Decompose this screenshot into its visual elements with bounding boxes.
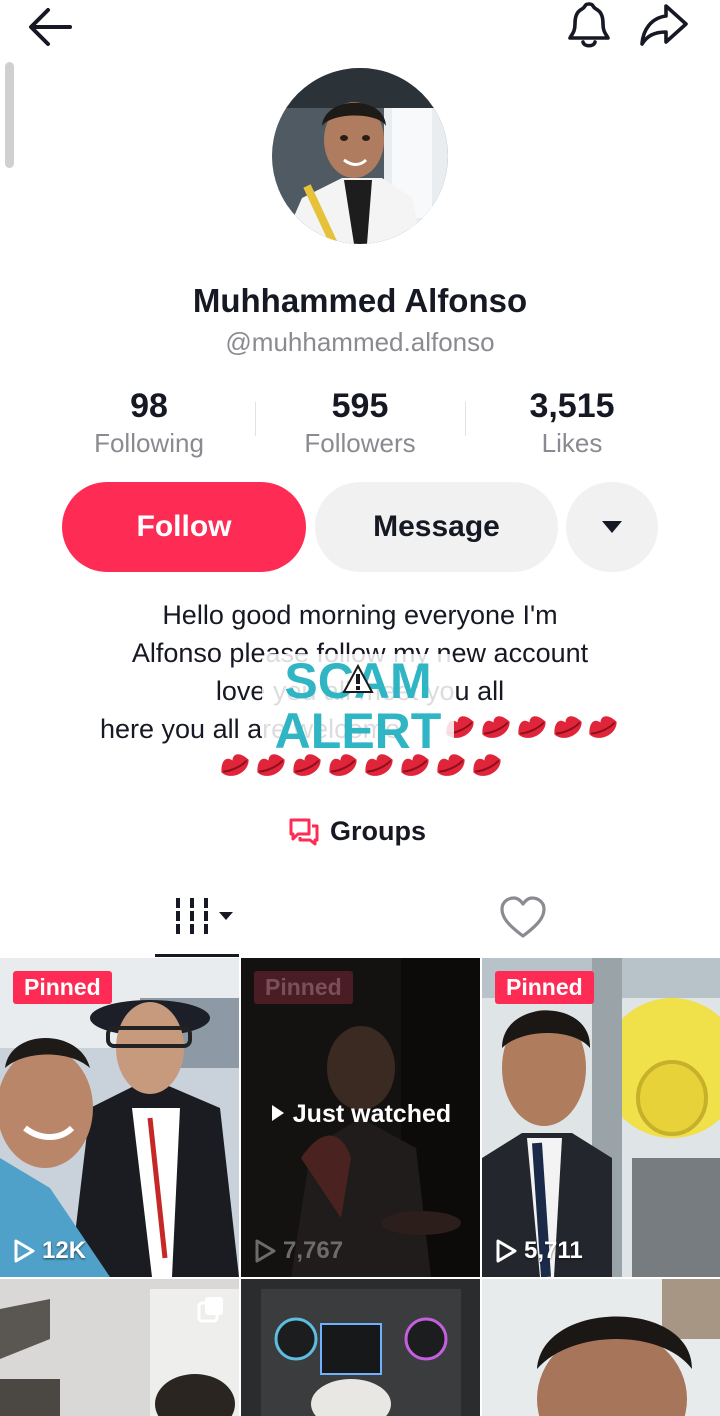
- stat-divider: [465, 402, 466, 436]
- video-thumbnail[interactable]: [0, 1279, 239, 1416]
- chat-bubbles-icon: [289, 818, 319, 846]
- likes-label: Likes: [541, 428, 603, 458]
- followers-count: 595: [331, 387, 389, 425]
- pinned-badge: Pinned: [13, 971, 112, 1004]
- stat-followers[interactable]: 595 Followers: [260, 386, 460, 459]
- video-thumbnail[interactable]: [241, 1279, 480, 1416]
- share-arrow-icon: [640, 4, 688, 46]
- groups-label: Groups: [330, 815, 427, 846]
- tab-liked[interactable]: [497, 894, 549, 940]
- video-thumbnail[interactable]: Pinned Just watched 7,767: [241, 958, 480, 1277]
- video-thumbnail[interactable]: Pinned 5,711: [482, 958, 720, 1277]
- multi-photo-icon: [197, 1297, 223, 1323]
- thumbnail-image: [482, 958, 720, 1277]
- groups-link[interactable]: Groups: [288, 812, 426, 850]
- share-button[interactable]: [636, 0, 692, 50]
- notification-bell-button[interactable]: [564, 0, 614, 50]
- heart-outline-icon: [500, 896, 546, 938]
- play-outline-icon: [255, 1239, 276, 1263]
- likes-count: 3,515: [529, 387, 615, 425]
- top-bar: [0, 0, 720, 60]
- active-tab-indicator: [155, 954, 239, 957]
- thumbnail-image: [482, 1279, 720, 1416]
- video-thumbnail[interactable]: Pinned 12K: [0, 958, 239, 1277]
- view-count: 12K: [12, 1237, 86, 1265]
- back-button[interactable]: [26, 4, 76, 50]
- following-label: Following: [94, 428, 204, 458]
- stat-likes[interactable]: 3,515 Likes: [472, 386, 672, 459]
- message-button[interactable]: Message: [315, 482, 558, 572]
- avatar[interactable]: [272, 68, 448, 244]
- play-outline-icon: [496, 1239, 517, 1263]
- scam-alert-line2: ALERT: [275, 703, 442, 758]
- following-count: 98: [130, 387, 168, 425]
- scrollbar[interactable]: [5, 62, 14, 168]
- grid-bars-icon: [176, 898, 233, 934]
- bio-line: Hello good morning everyone I'm: [162, 600, 558, 630]
- thumbnail-image: [0, 958, 239, 1277]
- bell-icon: [568, 2, 610, 48]
- tab-videos[interactable]: [155, 880, 239, 958]
- thumbnail-image: [241, 1279, 480, 1416]
- view-count: 5,711: [494, 1237, 583, 1265]
- profile-tabs: [0, 880, 720, 958]
- video-grid: Pinned 12K Pinned Just watched 7,767 Pin…: [0, 958, 720, 1416]
- profile-name: Muhhammed Alfonso: [192, 282, 528, 319]
- pinned-badge: Pinned: [495, 971, 594, 1004]
- just-watched-text: Just watched: [292, 1100, 452, 1128]
- profile-handle: @muhhammed.alfonso: [225, 327, 495, 357]
- pinned-badge: Pinned: [254, 971, 353, 1004]
- view-count-value: 5,711: [524, 1237, 583, 1264]
- stat-divider: [255, 402, 256, 436]
- scam-alert-sticker: SCAM ALERT: [258, 648, 458, 759]
- stat-following[interactable]: 98 Following: [49, 386, 249, 459]
- followers-label: Followers: [304, 428, 416, 458]
- more-options-button[interactable]: [566, 482, 658, 572]
- view-count-value: 7,767: [283, 1237, 344, 1264]
- caret-down-icon: [602, 521, 622, 533]
- arrow-left-icon: [29, 8, 72, 46]
- play-icon: [271, 1105, 284, 1121]
- view-count-value: 12K: [42, 1237, 87, 1264]
- view-count: 7,767: [253, 1237, 343, 1265]
- video-thumbnail[interactable]: [482, 1279, 720, 1416]
- avatar-image: [272, 68, 448, 244]
- play-outline-icon: [14, 1239, 35, 1263]
- follow-button[interactable]: Follow: [62, 482, 306, 572]
- just-watched-label: Just watched: [241, 1100, 480, 1129]
